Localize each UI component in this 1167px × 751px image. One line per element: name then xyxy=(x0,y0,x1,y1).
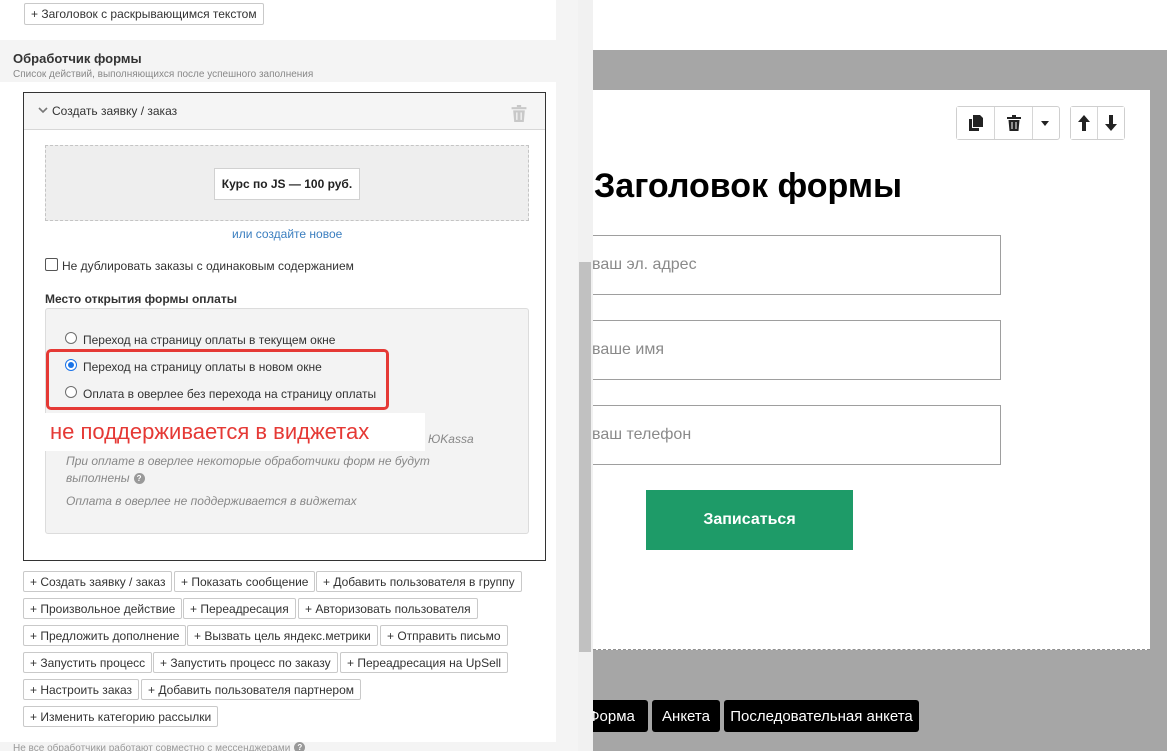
help-icon[interactable]: ? xyxy=(133,473,145,484)
add-collapsible-heading-button[interactable]: + Заголовок с раскрывающимся текстом xyxy=(24,3,264,25)
panel-scrollbar-thumb[interactable] xyxy=(579,262,591,652)
add-custom-action-button[interactable]: + Произвольное действие xyxy=(23,598,183,619)
move-down-button[interactable] xyxy=(1098,107,1124,139)
payment-location-title: Место открытия формы оплаты xyxy=(45,292,237,306)
block-toolbar-left xyxy=(956,106,1060,140)
product-chip[interactable]: Курс по JS — 100 руб. xyxy=(214,168,360,200)
tab-sequential-questionnaire[interactable]: Последовательная анкета xyxy=(724,700,919,732)
add-authorize-user-button[interactable]: + Авторизовать пользователя xyxy=(298,598,478,619)
submit-button[interactable]: Записаться xyxy=(646,490,853,550)
add-user-to-group-button[interactable]: + Добавить пользователя в группу xyxy=(316,571,522,592)
block-toolbar-right xyxy=(1070,106,1125,140)
trash-icon xyxy=(1006,115,1021,131)
overlay-note-line2: выполнены? xyxy=(66,471,145,485)
add-show-message-button[interactable]: + Показать сообщение xyxy=(174,571,316,592)
add-partner-user-button[interactable]: + Добавить пользователя партнером xyxy=(141,679,362,700)
handler-section-subtitle: Список действий, выполняющихся после усп… xyxy=(13,69,314,80)
preview-top-area xyxy=(593,0,1167,50)
chevron-down-icon[interactable] xyxy=(37,104,49,116)
caret-down-icon xyxy=(1041,120,1049,126)
add-create-order-button[interactable]: + Создать заявку / заказ xyxy=(23,571,173,592)
overlay-widget-note: Оплата в оверлее не поддерживается в вид… xyxy=(66,494,357,508)
overlay-note-line2-text: выполнены xyxy=(66,471,130,485)
copy-icon xyxy=(968,115,983,131)
annotation-text: не поддерживается в виджетах xyxy=(50,419,370,444)
no-duplicate-checkbox[interactable] xyxy=(45,258,58,271)
tab-questionnaire[interactable]: Анкета xyxy=(652,700,720,732)
create-new-link[interactable]: или создайте новое xyxy=(232,227,342,241)
messenger-hint-text: Не все обработчики работают совместно с … xyxy=(13,743,291,751)
add-send-email-button[interactable]: + Отправить письмо xyxy=(380,625,508,646)
trash-icon[interactable] xyxy=(511,105,527,122)
name-field[interactable]: ваше имя xyxy=(575,320,1001,380)
radio-current-window-label: Переход на страницу оплаты в текущем окн… xyxy=(83,333,336,347)
form-title: Заголовок формы xyxy=(594,167,903,205)
copy-button[interactable] xyxy=(957,107,995,139)
arrow-down-icon xyxy=(1105,115,1117,131)
add-configure-order-button[interactable]: + Настроить заказ xyxy=(23,679,140,700)
add-start-process-button[interactable]: + Запустить процесс xyxy=(23,652,153,673)
add-metrika-goal-button[interactable]: + Вызвать цель яндекс.метрики xyxy=(187,625,378,646)
phone-field[interactable]: ваш телефон xyxy=(575,405,1001,465)
move-up-button[interactable] xyxy=(1071,107,1098,139)
annotation-highlight-box xyxy=(46,349,389,410)
radio-current-window[interactable] xyxy=(65,332,77,344)
more-button[interactable] xyxy=(1033,107,1057,139)
no-duplicate-label: Не дублировать заказы с одинаковым содер… xyxy=(62,259,354,273)
add-upsell-redirect-button[interactable]: + Переадресация на UpSell xyxy=(340,652,509,673)
handler-section-title: Обработчик формы xyxy=(13,51,142,66)
add-start-order-process-button[interactable]: + Запустить процесс по заказу xyxy=(153,652,338,673)
ykassa-note-fragment: ЮKassa xyxy=(428,432,474,446)
add-offer-addon-button[interactable]: + Предложить дополнение xyxy=(23,625,187,646)
delete-block-button[interactable] xyxy=(995,107,1033,139)
email-field[interactable]: ваш эл. адрес xyxy=(575,235,1001,295)
overlay-note-line1: При оплате в оверлее некоторые обработчи… xyxy=(66,454,430,468)
add-change-mailing-category-button[interactable]: + Изменить категорию рассылки xyxy=(23,706,219,727)
add-redirect-button[interactable]: + Переадресация xyxy=(183,598,296,619)
messenger-hint: Не все обработчики работают совместно с … xyxy=(13,742,306,751)
help-icon[interactable]: ? xyxy=(294,742,306,751)
arrow-up-icon xyxy=(1078,115,1090,131)
action-title: Создать заявку / заказ xyxy=(52,104,178,118)
